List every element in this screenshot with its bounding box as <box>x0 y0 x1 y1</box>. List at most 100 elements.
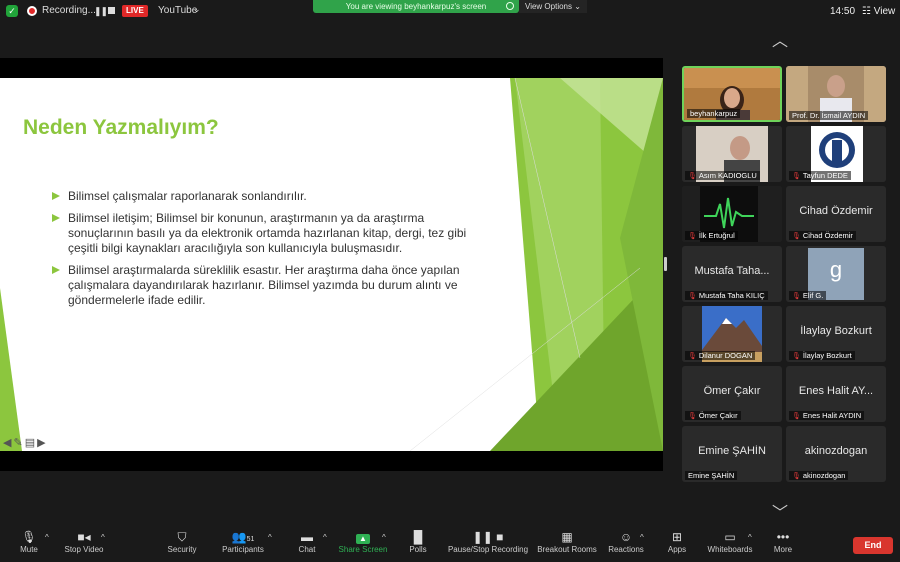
polls-label: Polls <box>409 545 427 554</box>
participant-name: 🎙 İlk Ertuğrul <box>685 231 738 240</box>
participant-name: 🎙 İlaylay Bozkurt <box>789 351 855 360</box>
chevron-down-icon[interactable]: ⌄ <box>193 4 201 15</box>
participant-name: 🎙 Elif G. <box>789 291 827 300</box>
caret-up-icon[interactable]: ^ <box>748 533 752 542</box>
participant-tile[interactable]: 🎙 İlk Ertuğrul <box>682 186 782 242</box>
participant-name: 🎙 Enes Halit AYDIN <box>789 411 865 420</box>
shield-check-icon[interactable]: ✓ <box>6 5 18 17</box>
participant-display-name: Ömer Çakır <box>703 385 761 397</box>
chevron-down-icon[interactable]: ﹀ <box>772 499 788 523</box>
participant-name-text: İlk Ertuğrul <box>698 231 735 240</box>
participant-name: beyhankarpuz <box>687 109 741 118</box>
slide-band-left <box>0 288 22 451</box>
muted-mic-icon: 🎙 <box>688 413 697 420</box>
security-button[interactable]: ⛉ Security <box>164 529 200 554</box>
participant-tile[interactable]: Enes Halit AY... 🎙 Enes Halit AYDIN <box>786 366 886 422</box>
polls-button[interactable]: ▐▌ Polls <box>405 529 431 554</box>
slide-bullets: Bilimsel çalışmalar raporlanarak sonland… <box>52 189 482 315</box>
slide-tools: ◀ ✎ ▤ ▶ <box>3 436 46 449</box>
end-meeting-button[interactable]: End <box>853 537 893 554</box>
participant-name-text: İlaylay Bozkurt <box>802 351 852 360</box>
participant-tile[interactable]: 🎙 Asım KADIOGLU <box>682 126 782 182</box>
muted-mic-icon: 🎙 <box>688 353 697 360</box>
participant-tile[interactable]: Mustafa Taha... 🎙 Mustafa Taha KILIÇ <box>682 246 782 302</box>
breakout-rooms-button[interactable]: ▦ Breakout Rooms <box>536 529 598 554</box>
caret-up-icon[interactable]: ^ <box>323 533 327 542</box>
caret-up-icon[interactable]: ^ <box>382 533 386 542</box>
participant-display-name: Cihad Özdemir <box>799 205 873 217</box>
participant-tile[interactable]: İlaylay Bozkurt 🎙 İlaylay Bozkurt <box>786 306 886 362</box>
recording-dot-icon <box>27 6 37 16</box>
participant-name: Emine ŞAHİN <box>685 471 738 480</box>
participant-name: 🎙 Dilanur DOGAN <box>685 351 756 360</box>
muted-mic-icon: 🎙 <box>792 413 801 420</box>
whiteboards-button[interactable]: ▭ Whiteboards <box>706 529 754 554</box>
muted-mic-icon: 🎙 <box>792 473 801 480</box>
more-label: More <box>773 545 793 554</box>
caret-up-icon[interactable]: ^ <box>101 533 105 542</box>
participant-name: Prof. Dr. İsmail AYDIN <box>789 111 869 120</box>
recording-label: Recording... <box>42 5 96 16</box>
participant-name: 🎙 Asım KADIOGLU <box>685 171 760 180</box>
muted-mic-icon: 🎙 <box>792 233 801 240</box>
participant-tile[interactable]: Prof. Dr. İsmail AYDIN <box>786 66 886 122</box>
stop-video-label: Stop Video <box>64 545 104 554</box>
menu-icon[interactable]: ▤ <box>25 436 35 449</box>
share-screen-label: Share Screen <box>338 545 388 554</box>
pen-icon[interactable]: ✎ <box>13 436 22 449</box>
top-bar: ✓ Recording... ❚❚ LIVE YouTube ⌄ You are… <box>0 0 900 22</box>
participant-name-text: Asım KADIOGLU <box>698 171 757 180</box>
split-divider-handle[interactable] <box>664 257 667 271</box>
caret-up-icon[interactable]: ^ <box>640 533 644 542</box>
stream-target[interactable]: YouTube <box>158 5 197 16</box>
back-arrow-icon[interactable]: ◀ <box>3 436 11 449</box>
chat-button[interactable]: ▬ Chat <box>294 529 320 554</box>
shield-icon: ⛉ <box>177 530 187 544</box>
participants-label: Participants <box>222 545 264 554</box>
close-circle-icon[interactable] <box>506 2 514 10</box>
view-options-button[interactable]: View Options ⌄ <box>519 0 587 13</box>
clock: 14:50 <box>830 6 856 17</box>
forward-arrow-icon[interactable]: ▶ <box>37 436 45 449</box>
bar-chart-icon: ▐▌ <box>409 530 427 544</box>
caret-up-icon[interactable]: ^ <box>45 533 49 542</box>
mute-label: Mute <box>20 545 38 554</box>
participant-display-name: Enes Halit AY... <box>798 385 874 397</box>
stop-video-button[interactable]: ■◂ Stop Video <box>62 529 106 554</box>
pause-stop-recording-button[interactable]: ❚❚ ■ Pause/Stop Recording <box>447 529 529 554</box>
muted-mic-icon: 🎙 <box>792 293 801 300</box>
participant-tile[interactable]: g 🎙 Elif G. <box>786 246 886 302</box>
participant-name: 🎙 Ömer Çakır <box>685 411 741 420</box>
participant-display-name: Emine ŞAHİN <box>698 445 766 457</box>
muted-mic-icon: 🎙 <box>688 233 697 240</box>
whiteboards-label: Whiteboards <box>707 545 753 554</box>
viewing-banner-text: You are viewing beyhankarpuz's screen <box>345 2 487 11</box>
view-button[interactable]: ☷ View <box>862 6 895 17</box>
stop-recording-icon[interactable] <box>108 7 115 14</box>
viewing-banner: You are viewing beyhankarpuz's screen <box>313 0 519 13</box>
participant-name: 🎙 Tayfun DEDE <box>789 171 851 180</box>
chevron-up-icon[interactable]: ︿ <box>772 27 788 51</box>
apps-label: Apps <box>667 545 687 554</box>
participant-tile[interactable]: 🎙 Tayfun DEDE <box>786 126 886 182</box>
participant-tile[interactable]: Emine ŞAHİN Emine ŞAHİN <box>682 426 782 482</box>
apps-button[interactable]: ⊞ Apps <box>665 529 689 554</box>
live-badge: LIVE <box>122 5 148 17</box>
caret-up-icon[interactable]: ^ <box>268 533 272 542</box>
participant-tile[interactable]: 🎙 Dilanur DOGAN <box>682 306 782 362</box>
participant-name-text: Tayfun DEDE <box>802 171 848 180</box>
people-icon: 👥51 <box>231 530 255 544</box>
participant-tile[interactable]: akinozdogan 🎙 akinozdogan <box>786 426 886 482</box>
participants-button[interactable]: 👥51 Participants <box>219 529 267 554</box>
participant-name-text: akinozdogan <box>802 471 846 480</box>
pause-recording-icon[interactable]: ❚❚ <box>94 6 108 17</box>
participant-name: 🎙 Cihad Özdemir <box>789 231 856 240</box>
mute-button[interactable]: 🎙 Mute <box>14 529 44 554</box>
participant-count: 51 <box>246 536 255 543</box>
whiteboard-icon: ▭ <box>724 530 736 544</box>
more-button[interactable]: ••• More <box>771 529 795 554</box>
participant-tile[interactable]: beyhankarpuz <box>682 66 782 122</box>
participant-tile[interactable]: Ömer Çakır 🎙 Ömer Çakır <box>682 366 782 422</box>
participant-tile[interactable]: Cihad Özdemir 🎙 Cihad Özdemir <box>786 186 886 242</box>
microphone-icon: 🎙 <box>21 530 37 544</box>
